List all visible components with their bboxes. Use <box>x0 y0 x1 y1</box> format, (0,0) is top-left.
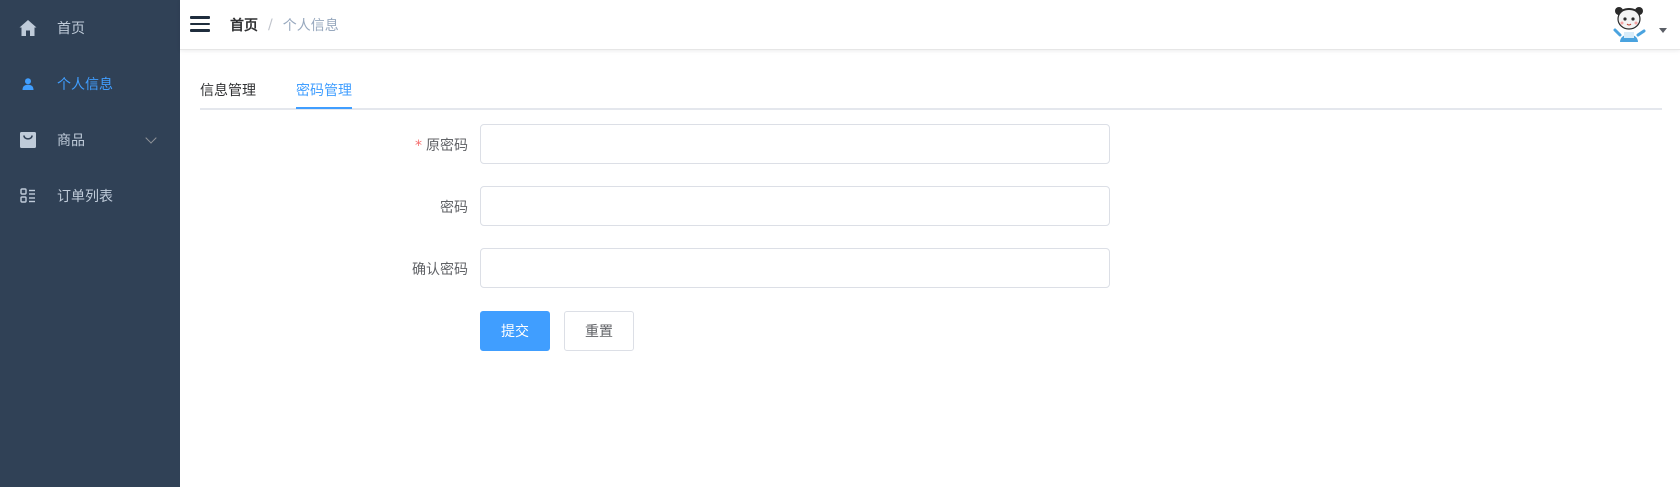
form-item-password: 密码 <box>200 186 1110 226</box>
password-input[interactable] <box>480 186 1110 226</box>
confirm-password-input[interactable] <box>480 248 1110 288</box>
sidebar: 首页 个人信息 商品 订单列表 <box>0 0 180 487</box>
breadcrumb-home-link[interactable]: 首页 <box>230 15 258 35</box>
confirm-password-label: 确认密码 <box>412 262 468 278</box>
old-password-label: * 原密码 <box>415 138 468 154</box>
sidebar-item-home[interactable]: 首页 <box>0 0 180 56</box>
required-asterisk: * <box>415 138 422 154</box>
form-item-confirm-password: 确认密码 <box>200 248 1110 288</box>
sidebar-item-label: 商品 <box>57 133 85 149</box>
tab-password-management[interactable]: 密码管理 <box>296 80 352 100</box>
breadcrumb-current: 个人信息 <box>282 18 339 34</box>
tab-info-management[interactable]: 信息管理 <box>200 80 256 100</box>
chevron-down-icon <box>145 132 157 144</box>
sidebar-item-label: 订单列表 <box>57 189 113 205</box>
reset-button[interactable]: 重置 <box>564 311 634 351</box>
password-label: 密码 <box>440 200 468 216</box>
sidebar-item-label: 首页 <box>57 21 85 37</box>
user-icon <box>18 74 38 94</box>
avatar[interactable] <box>1607 2 1651 46</box>
home-icon <box>18 18 38 38</box>
tab-bar: 信息管理 密码管理 <box>200 72 1662 110</box>
breadcrumb: 首页 / 个人信息 <box>230 15 339 35</box>
list-icon <box>18 186 38 206</box>
navbar: 首页 / 个人信息 <box>180 0 1680 50</box>
sidebar-item-goods[interactable]: 商品 <box>0 112 180 168</box>
sidebar-item-profile[interactable]: 个人信息 <box>0 56 180 112</box>
sidebar-item-label: 个人信息 <box>57 77 113 93</box>
main-content: 首页 / 个人信息 信息管理 密码管理 * 原密码 密码 确认密码 提交 重置 <box>180 0 1680 487</box>
user-menu[interactable] <box>1607 2 1667 46</box>
tab-active-indicator <box>296 107 352 109</box>
caret-down-icon[interactable] <box>1659 27 1667 33</box>
form-item-old-password: * 原密码 <box>200 124 1110 164</box>
old-password-input[interactable] <box>480 124 1110 164</box>
sidebar-item-orders[interactable]: 订单列表 <box>0 168 180 224</box>
breadcrumb-separator: / <box>268 17 273 33</box>
shopping-bag-icon <box>18 130 38 150</box>
submit-button[interactable]: 提交 <box>480 311 550 351</box>
hamburger-icon[interactable] <box>190 15 210 33</box>
